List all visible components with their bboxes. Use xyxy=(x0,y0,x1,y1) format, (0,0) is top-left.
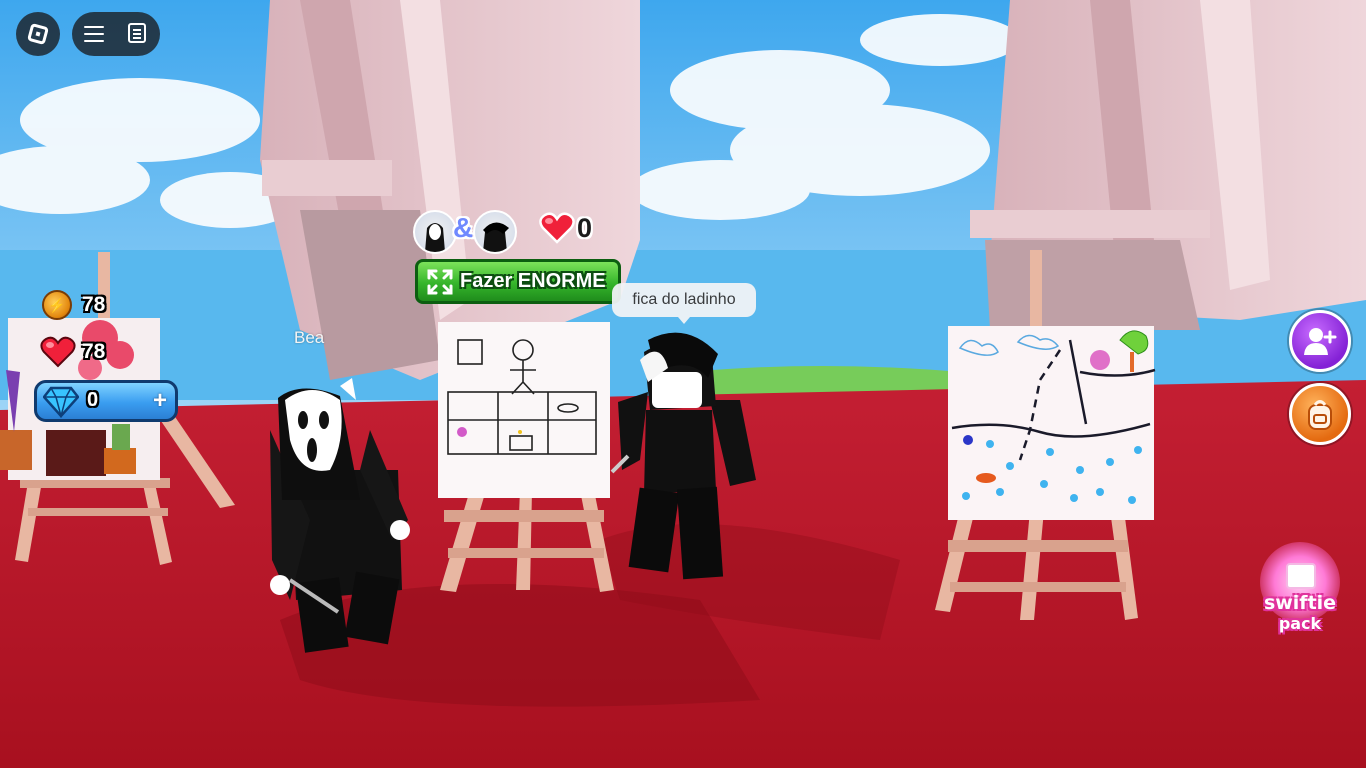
roblox-menu-button[interactable] xyxy=(16,12,60,56)
hearts-counter: 78 xyxy=(40,336,105,368)
player-nametag: Bea xyxy=(294,328,325,347)
add-friend-icon xyxy=(1304,328,1337,355)
add-gems-button[interactable]: + xyxy=(153,388,167,414)
backpack-icon xyxy=(1308,400,1332,430)
heart-icon xyxy=(40,336,76,368)
backpack-button[interactable] xyxy=(1289,383,1351,445)
right-pillar xyxy=(970,0,1366,330)
roblox-logo-icon xyxy=(26,22,50,46)
swiftie-pack-line2: pack xyxy=(1278,614,1322,633)
expand-icon xyxy=(427,269,453,294)
top-bar-menu-group xyxy=(72,12,160,56)
gift-pack-icon xyxy=(1286,563,1316,589)
chat-icon[interactable] xyxy=(128,23,146,43)
painter-avatar-1 xyxy=(413,210,457,254)
coin-icon: ⚡ xyxy=(42,290,72,320)
painters-joiner: & xyxy=(453,212,474,243)
hearts-value: 78 xyxy=(82,340,106,363)
game-world xyxy=(0,0,1366,768)
gems-value: 0 xyxy=(87,389,99,411)
hamburger-menu-icon[interactable] xyxy=(84,24,104,44)
swiftie-pack-line1: swiftie xyxy=(1263,592,1337,614)
gems-counter: 0 + xyxy=(34,380,178,422)
painter-avatar-2 xyxy=(473,210,517,254)
likes-count: 0 xyxy=(577,213,593,243)
canvas-info-bar: & 0 xyxy=(411,206,617,258)
coins-value: 78 xyxy=(82,293,106,316)
make-huge-label: Fazer ENORME xyxy=(460,270,606,292)
chat-bubble: fica do ladinho xyxy=(612,283,756,324)
swiftie-pack-button[interactable]: swiftie pack xyxy=(1254,538,1346,636)
gem-icon xyxy=(43,386,79,418)
center-easel xyxy=(438,322,614,592)
chat-bubble-text: fica do ladinho xyxy=(632,291,736,308)
invite-friends-button[interactable] xyxy=(1289,310,1351,372)
make-huge-button[interactable]: Fazer ENORME xyxy=(415,259,621,304)
coins-counter: ⚡ 78 xyxy=(42,290,105,320)
like-heart-icon[interactable] xyxy=(539,212,575,244)
